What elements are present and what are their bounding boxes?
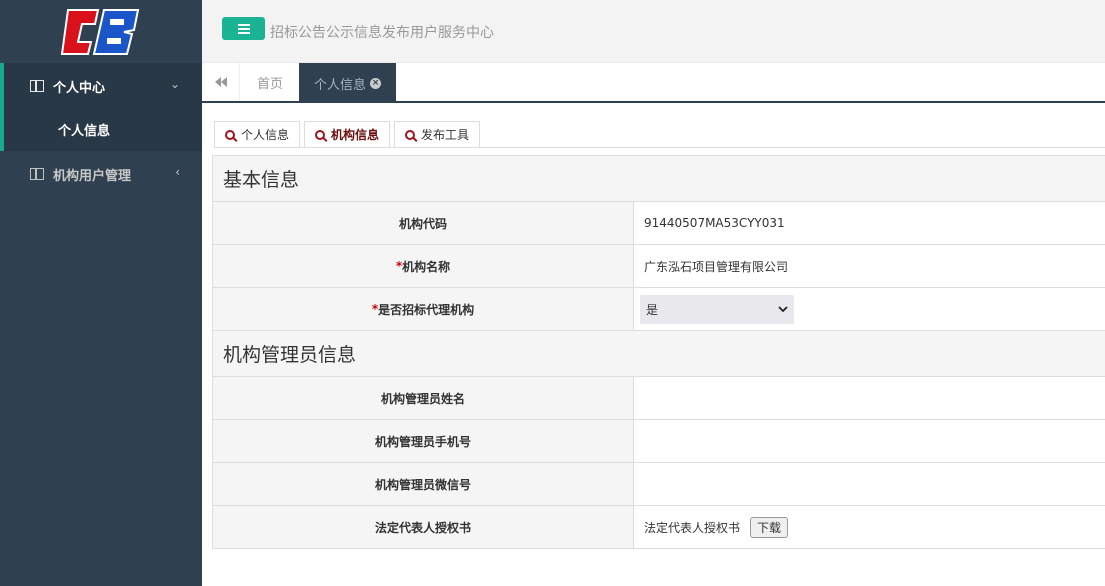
section-title-basic: 基本信息: [212, 156, 1105, 202]
subtab-label: 发布工具: [421, 128, 470, 142]
logo: [0, 0, 202, 63]
select-value: 是: [646, 302, 659, 317]
form-row-admin-phone: 机构管理员手机号: [212, 420, 1105, 463]
subtabs: 个人信息 机构信息 发布工具: [214, 121, 484, 147]
subtab-org-info[interactable]: 机构信息: [304, 121, 391, 147]
field-label: 机构代码: [213, 202, 634, 244]
panel-icon: [30, 80, 44, 92]
chevron-down-icon: [778, 306, 788, 312]
subtab-publish-tools[interactable]: 发布工具: [394, 121, 481, 147]
tab-home[interactable]: 首页: [242, 63, 298, 101]
hamburger-icon: [237, 23, 250, 34]
field-label: 机构管理员微信号: [213, 463, 634, 505]
download-button[interactable]: 下载: [750, 516, 789, 538]
form-row-org-code: 机构代码 91440507MA53CYY031: [212, 202, 1105, 245]
panel-icon: [30, 168, 44, 180]
form-row-admin-name: 机构管理员姓名: [212, 377, 1105, 420]
sidebar-item-personal-center[interactable]: 个人中心 ⌄: [0, 63, 202, 109]
subtabs-divider: [214, 147, 1105, 148]
sidebar-item-label: 个人中心: [53, 80, 106, 96]
field-label: * 是否招标代理机构: [213, 288, 634, 330]
admin-phone-value: [634, 420, 1105, 462]
form-row-admin-wechat: 机构管理员微信号: [212, 463, 1105, 506]
subtab-personal-info[interactable]: 个人信息: [214, 121, 301, 147]
admin-wechat-value: [634, 463, 1105, 505]
field-label: * 机构名称: [213, 245, 634, 287]
org-info-form: 基本信息 机构代码 91440507MA53CYY031 * 机构名称 广东泓石项…: [212, 155, 1105, 549]
search-icon: [225, 129, 235, 140]
field-label: 机构管理员手机号: [213, 420, 634, 462]
main-content: 个人信息 机构信息 发布工具 基本信息 机构代码 91440507MA53CYY…: [202, 105, 1105, 586]
logo-icon: [60, 8, 140, 55]
field-label: 法定代表人授权书: [213, 506, 634, 548]
form-row-org-name: * 机构名称 广东泓石项目管理有限公司: [212, 245, 1105, 288]
org-name-value: 广东泓石项目管理有限公司: [644, 259, 789, 274]
tab-label: 个人信息: [314, 77, 367, 93]
search-icon: [405, 129, 416, 140]
subtab-label: 个人信息: [241, 128, 290, 142]
field-label: 机构管理员姓名: [213, 377, 634, 419]
chevron-down-icon: ⌄: [169, 77, 180, 91]
sidebar-subitem-personal-info[interactable]: 个人信息: [0, 109, 202, 151]
sidebar-item-org-user-management[interactable]: 机构用户管理 ‹: [0, 151, 202, 197]
menu-toggle-button[interactable]: [222, 17, 265, 40]
is-agency-select[interactable]: 是: [640, 294, 794, 324]
admin-name-value: [634, 377, 1105, 419]
top-header: 招标公告公示信息发布用户服务中心: [202, 0, 1105, 63]
subtab-label: 机构信息: [331, 128, 380, 142]
authorization-file-name: 法定代表人授权书: [644, 520, 741, 535]
sidebar-item-label: 机构用户管理: [53, 168, 132, 184]
org-code-value: 91440507MA53CYY031: [644, 216, 785, 230]
tabs-scroll-left-button[interactable]: [202, 63, 240, 101]
form-row-is-agency: * 是否招标代理机构 是: [212, 288, 1105, 331]
double-left-arrow-icon: [214, 77, 227, 87]
search-icon: [315, 129, 326, 140]
form-row-authorization: 法定代表人授权书 法定代表人授权书 下载: [212, 506, 1105, 549]
sidebar: 个人中心 ⌄ 个人信息 机构用户管理 ‹: [0, 0, 202, 586]
sidebar-subitem-label: 个人信息: [58, 124, 111, 139]
page-tabs-bar: 首页 个人信息 ×: [202, 63, 1105, 103]
site-title: 招标公告公示信息发布用户服务中心: [270, 25, 494, 41]
tab-label: 首页: [257, 76, 284, 92]
tab-personal-info[interactable]: 个人信息 ×: [299, 63, 397, 103]
close-icon[interactable]: ×: [370, 77, 382, 89]
section-title-admin: 机构管理员信息: [212, 331, 1105, 377]
chevron-left-icon: ‹: [175, 165, 180, 179]
